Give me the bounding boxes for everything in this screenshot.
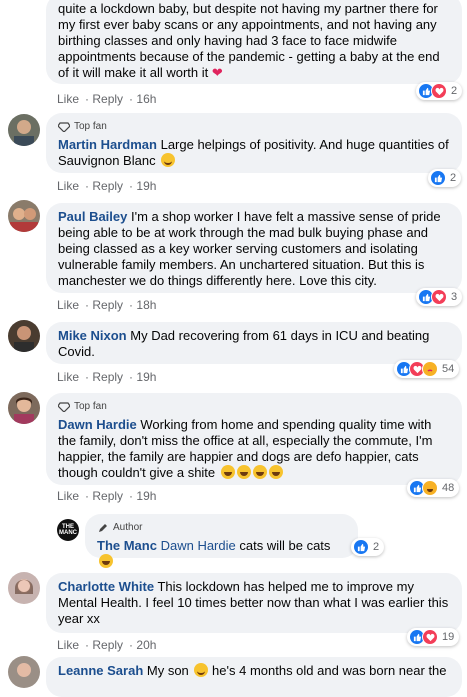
like-link[interactable]: Like: [57, 370, 79, 384]
diamond-icon: [58, 402, 70, 412]
haha-reaction-icon: [422, 480, 438, 496]
timestamp[interactable]: 19h: [136, 179, 156, 193]
love-reaction-icon: [422, 629, 438, 645]
laughing-emoji-icon: [220, 465, 235, 479]
reaction-count: 3: [451, 291, 458, 303]
reaction-count: 54: [442, 363, 455, 375]
commenter-name[interactable]: The Manc: [97, 538, 157, 553]
laughing-emoji-icon: [236, 465, 251, 479]
love-reaction-icon: [431, 83, 447, 99]
avatar-logo-text: THE MANC: [59, 524, 77, 536]
like-reaction-icon: [353, 539, 369, 555]
like-reaction-icon: [430, 170, 446, 186]
avatar[interactable]: [8, 320, 40, 352]
top-fan-badge: Top fan: [58, 399, 450, 415]
reaction-summary[interactable]: 2: [416, 82, 463, 100]
care-reaction-icon: [422, 361, 438, 377]
author-badge: Author: [97, 520, 346, 536]
reply-bubble: Author The Manc Dawn Hardie cats will be…: [85, 514, 358, 568]
reply-link[interactable]: Reply: [92, 179, 123, 193]
laughing-emoji-icon: [99, 554, 113, 568]
commenter-name[interactable]: Paul Bailey: [58, 209, 127, 224]
reaction-summary[interactable]: 2: [428, 169, 462, 187]
badge-label: Top fan: [74, 401, 107, 412]
comment-bubble: Mike Nixon My Dad recovering from 61 day…: [46, 322, 462, 364]
avatar[interactable]: [8, 656, 40, 688]
commenter-name[interactable]: Charlotte White: [58, 579, 154, 594]
reaction-count: 2: [373, 541, 380, 553]
reaction-count: 2: [450, 172, 457, 184]
reaction-summary[interactable]: 54: [394, 360, 460, 378]
comment-actions: Like · Reply · 20h: [57, 638, 157, 652]
commenter-name[interactable]: Dawn Hardie: [58, 417, 137, 432]
laughing-emoji-icon: [252, 465, 267, 479]
pencil-icon: [99, 524, 107, 532]
comment-bubble: Top fan Dawn Hardie Working from home an…: [46, 393, 462, 485]
diamond-icon: [58, 122, 70, 132]
comment-actions: Like · Reply · 18h: [57, 298, 157, 312]
comment-bubble: quite a lockdown baby, but despite not h…: [46, 0, 462, 84]
page-avatar[interactable]: THE MANC: [57, 519, 79, 541]
avatar[interactable]: [8, 572, 40, 604]
heart-emoji-icon: ❤: [211, 65, 223, 80]
mention-link[interactable]: Dawn Hardie: [161, 538, 236, 553]
commenter-name[interactable]: Mike Nixon: [58, 328, 127, 343]
reaction-count: 2: [451, 85, 458, 97]
timestamp[interactable]: 18h: [136, 298, 156, 312]
like-link[interactable]: Like: [57, 298, 79, 312]
top-fan-badge: Top fan: [58, 119, 450, 135]
avatar[interactable]: [8, 114, 40, 146]
reaction-count: 48: [442, 482, 455, 494]
like-link[interactable]: Like: [57, 92, 79, 106]
comment-text: quite a lockdown baby, but despite not h…: [58, 1, 440, 80]
comment-bubble: Charlotte White This lockdown has helped…: [46, 573, 462, 633]
like-link[interactable]: Like: [57, 638, 79, 652]
timestamp[interactable]: 16h: [136, 92, 156, 106]
reply-link[interactable]: Reply: [92, 298, 123, 312]
laughing-emoji-icon: [268, 465, 283, 479]
smile-emoji-icon: [161, 153, 176, 167]
comment-bubble: Leanne Sarah My son he's 4 months old an…: [46, 657, 462, 697]
timestamp[interactable]: 19h: [136, 489, 156, 503]
badge-label: Top fan: [74, 121, 107, 132]
comment-text: he's 4 months old and was born near the: [212, 663, 447, 678]
like-link[interactable]: Like: [57, 179, 79, 193]
reaction-summary[interactable]: 48: [407, 479, 460, 497]
reaction-summary[interactable]: 3: [416, 288, 463, 306]
comment-text: cats will be cats: [239, 538, 331, 553]
commenter-name[interactable]: Martin Hardman: [58, 137, 157, 152]
reply-link[interactable]: Reply: [92, 638, 123, 652]
comment-actions: Like · Reply · 16h: [57, 92, 157, 106]
comment-actions: Like · Reply · 19h: [57, 489, 157, 503]
comment-text: My son: [146, 663, 189, 678]
smiling-hearts-emoji-icon: [194, 663, 209, 677]
commenter-name[interactable]: Leanne Sarah: [58, 663, 143, 678]
reaction-summary[interactable]: 19: [407, 628, 460, 646]
reply-link[interactable]: Reply: [92, 370, 123, 384]
love-reaction-icon: [431, 289, 447, 305]
comment-bubble: Top fan Martin Hardman Large helpings of…: [46, 113, 462, 173]
reaction-summary[interactable]: 2: [351, 538, 385, 556]
timestamp[interactable]: 19h: [136, 370, 156, 384]
avatar[interactable]: [8, 200, 40, 232]
reply-link[interactable]: Reply: [92, 489, 123, 503]
avatar[interactable]: [8, 392, 40, 424]
timestamp[interactable]: 20h: [136, 638, 156, 652]
comment-actions: Like · Reply · 19h: [57, 370, 157, 384]
comment-bubble: Paul Bailey I'm a shop worker I have fel…: [46, 203, 462, 293]
badge-label: Author: [113, 522, 143, 533]
reply-link[interactable]: Reply: [92, 92, 123, 106]
comment-actions: Like · Reply · 19h: [57, 179, 157, 193]
reaction-count: 19: [442, 631, 455, 643]
like-link[interactable]: Like: [57, 489, 79, 503]
